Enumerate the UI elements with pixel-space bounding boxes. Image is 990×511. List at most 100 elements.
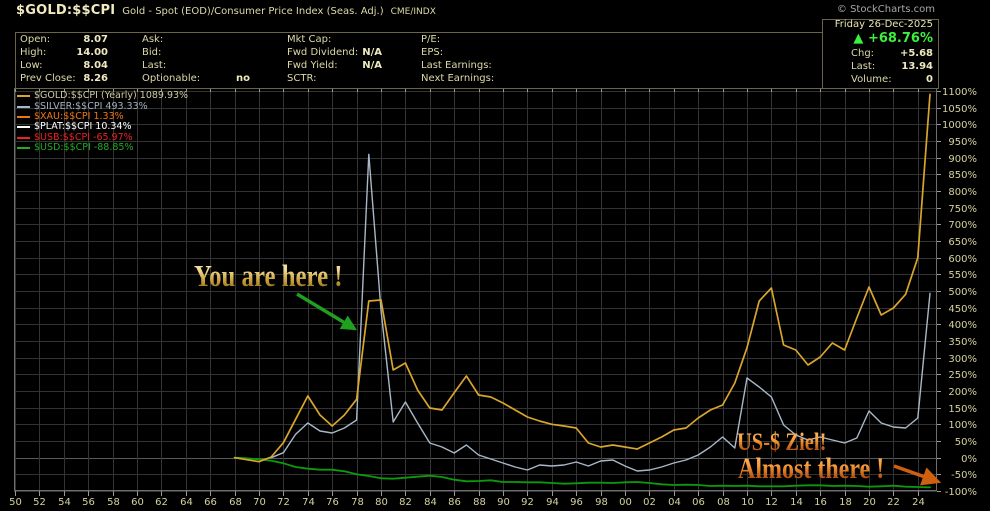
legend-dash-icon	[17, 126, 30, 128]
exchange-label: CME/INDX	[391, 7, 436, 17]
quote-label: Last:	[851, 60, 875, 73]
quote-row: EPS:	[421, 46, 551, 59]
legend-dash-icon	[17, 106, 30, 108]
quote-row: Low:8.04	[20, 59, 108, 72]
symbol-description: Gold - Spot (EOD)/Consumer Price Index (…	[122, 6, 383, 17]
chart-legend: $GOLD:$$CPI (Yearly) 1089.93%$SILVER:$$C…	[17, 91, 188, 153]
quote-row: Fwd Yield: N/A	[287, 59, 382, 72]
quote-label: P/E:	[421, 33, 440, 46]
quote-value: 8.26	[83, 72, 108, 85]
svg-text:-100%: -100%	[945, 487, 977, 498]
legend-dash-icon	[17, 137, 30, 139]
quote-row: Bid:	[142, 46, 250, 59]
svg-text:24: 24	[912, 497, 925, 508]
svg-text:78: 78	[351, 497, 364, 508]
svg-text:50%: 50%	[955, 437, 977, 448]
svg-text:750%: 750%	[948, 204, 977, 215]
quote-label: Fwd Yield:	[287, 59, 338, 72]
svg-text:94: 94	[546, 497, 559, 508]
legend-row: $USD:$$CPI -88.85%	[17, 143, 188, 153]
svg-text:600%: 600%	[948, 254, 977, 265]
svg-text:20: 20	[863, 497, 876, 508]
svg-text:08: 08	[717, 497, 730, 508]
quote-row: P/E:	[421, 33, 551, 46]
quote-row: SCTR:	[287, 72, 382, 85]
legend-label: $GOLD:$$CPI (Yearly) 1089.93%	[34, 91, 188, 101]
svg-text:56: 56	[82, 497, 95, 508]
svg-text:02: 02	[643, 497, 656, 508]
svg-text:04: 04	[668, 497, 681, 508]
quote-label: High:	[20, 46, 46, 59]
stockcharts-copyright: © StockCharts.com	[837, 4, 935, 15]
quote-row: Last:13.94	[851, 60, 933, 73]
svg-text:92: 92	[521, 497, 534, 508]
svg-text:250%: 250%	[948, 370, 977, 381]
quote-value: 0	[926, 73, 933, 86]
quote-row: Volume: 0	[851, 73, 933, 86]
svg-text:68: 68	[229, 497, 242, 508]
quote-value: 14.00	[76, 46, 108, 59]
orange-annotation-arrow	[894, 466, 925, 477]
quote-column-fundamentals: Mkt Cap:Fwd Dividend: N/A Fwd Yield: N/A SCT…	[287, 33, 382, 85]
quote-label: Bid:	[142, 46, 161, 59]
quote-value: 8.07	[83, 33, 108, 46]
svg-text:00: 00	[619, 497, 632, 508]
svg-text:14: 14	[790, 497, 803, 508]
quote-label: Optionable:	[142, 72, 200, 85]
svg-text:74: 74	[302, 497, 315, 508]
svg-text:86: 86	[448, 497, 461, 508]
svg-text:06: 06	[692, 497, 705, 508]
svg-text:54: 54	[58, 497, 71, 508]
quote-row: Optionable:no	[142, 72, 250, 85]
quote-row: Prev Close: 8.26	[20, 72, 108, 85]
quote-label: Open:	[20, 33, 50, 46]
quote-row: Last:	[142, 59, 250, 72]
quote-label: Mkt Cap:	[287, 33, 331, 46]
svg-text:400%: 400%	[948, 320, 977, 331]
svg-text:50: 50	[9, 497, 22, 508]
svg-text:90: 90	[497, 497, 510, 508]
quote-label: Prev Close:	[20, 72, 76, 85]
quote-column-change: Chg:+5.68Last:13.94Volume: 0	[851, 47, 933, 86]
quote-label: Low:	[20, 59, 43, 72]
annotation-almost-there: Almost there !	[738, 452, 884, 486]
legend-row: $GOLD:$$CPI (Yearly) 1089.93%	[17, 91, 188, 101]
quote-label: Next Earnings:	[421, 72, 494, 85]
quote-label: Last:	[142, 59, 166, 72]
series-line--silver-cpi	[271, 154, 930, 471]
svg-text:150%: 150%	[948, 404, 977, 415]
quote-row: Mkt Cap:	[287, 33, 382, 46]
svg-text:80: 80	[375, 497, 388, 508]
quote-column-earnings: P/E:EPS:Last Earnings:Next Earnings:	[421, 33, 551, 85]
up-triangle-icon: ▲	[853, 31, 863, 46]
legend-row: $PLAT:$$CPI 10.34%	[17, 122, 188, 132]
svg-text:70: 70	[253, 497, 266, 508]
svg-text:12: 12	[765, 497, 778, 508]
svg-text:950%: 950%	[948, 137, 977, 148]
svg-text:100%: 100%	[948, 420, 977, 431]
svg-text:900%: 900%	[948, 154, 977, 165]
svg-text:550%: 550%	[948, 270, 977, 281]
svg-text:72: 72	[277, 497, 290, 508]
quote-row: Chg:+5.68	[851, 47, 933, 60]
quote-row: Next Earnings:	[421, 72, 551, 85]
svg-text:650%: 650%	[948, 237, 977, 248]
quote-label: Fwd Dividend:	[287, 46, 358, 59]
quote-value: N/A	[362, 46, 382, 59]
quote-label: SCTR:	[287, 72, 316, 85]
legend-dash-icon	[17, 147, 30, 149]
quote-column-bidask: Ask:Bid:Last:Optionable:no	[142, 33, 250, 85]
quote-panel-border	[15, 32, 823, 89]
quote-column-ohlc: Open: 8.07 High: 14.00Low:8.04Prev Close: 8.…	[20, 33, 108, 85]
svg-text:88: 88	[473, 497, 486, 508]
legend-label: $PLAT:$$CPI 10.34%	[34, 122, 132, 132]
quote-label: Volume:	[851, 73, 892, 86]
quote-value: N/A	[362, 59, 382, 72]
legend-label: $USD:$$CPI -88.85%	[34, 143, 133, 153]
svg-text:64: 64	[180, 497, 193, 508]
quote-row: Open: 8.07	[20, 33, 108, 46]
svg-text:60: 60	[131, 497, 144, 508]
percent-change-value: +68.76%	[868, 31, 933, 46]
svg-text:0%: 0%	[961, 454, 977, 465]
svg-text:16: 16	[814, 497, 827, 508]
